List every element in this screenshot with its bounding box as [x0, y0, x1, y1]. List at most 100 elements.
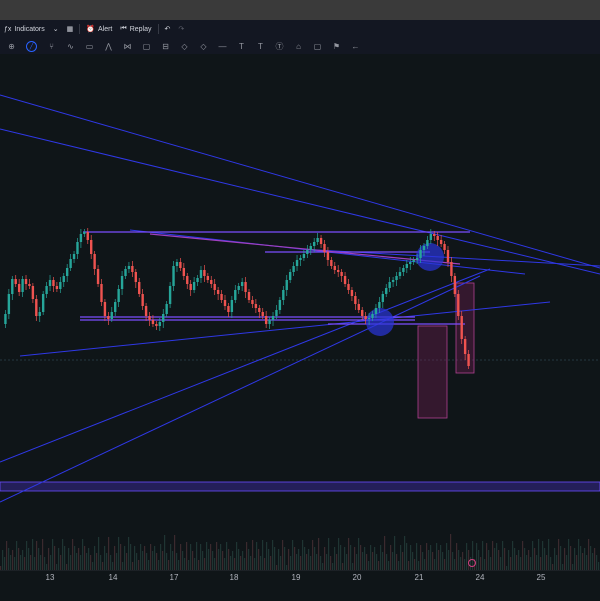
volume-bar [564, 548, 566, 570]
volume-bar [172, 551, 174, 570]
brush-icon[interactable]: ∿ [63, 39, 78, 53]
measure-icon[interactable]: ⊟ [158, 39, 173, 53]
volume-bar [590, 546, 592, 570]
bear-candle [330, 260, 333, 266]
bull-candle [114, 302, 117, 312]
layout-button[interactable]: ▦ [63, 20, 78, 38]
volume-bar [368, 561, 370, 570]
price-chart[interactable] [0, 54, 600, 570]
volume-bar [494, 548, 496, 570]
volume-bar [234, 558, 236, 570]
volume-bar [534, 548, 536, 570]
volume-bar [294, 547, 296, 570]
time-axis-tick: 17 [169, 573, 179, 582]
bull-candle [48, 280, 52, 286]
volume-bar [378, 561, 380, 570]
trend-line-icon[interactable]: ╱ [26, 40, 37, 52]
text-icon[interactable]: ▭ [82, 39, 97, 53]
bear-candle [357, 304, 360, 310]
flag-icon[interactable]: ⚑ [329, 39, 344, 53]
bull-candle [405, 264, 409, 268]
volume-bar [554, 548, 556, 570]
volume-bar [550, 557, 552, 570]
volume-bar [478, 550, 480, 570]
bear-candle [258, 308, 261, 312]
volume-bar [134, 546, 136, 570]
volume-bar [210, 544, 212, 570]
bear-candle [206, 276, 210, 280]
bull-candle [288, 272, 292, 280]
volume-bar [436, 543, 438, 570]
volume-bar [418, 561, 420, 570]
redo-button[interactable]: ↷ [174, 20, 188, 38]
indicators-button[interactable]: ƒx Indicators [0, 20, 49, 38]
volume-bar [298, 549, 300, 570]
volume-bar [546, 555, 548, 570]
bear-candle [439, 240, 443, 244]
bear-candle [213, 284, 216, 290]
prediction-icon[interactable]: ⋈ [120, 39, 135, 53]
volume-bar [144, 546, 146, 570]
note-icon[interactable]: Ⓣ [272, 39, 287, 53]
bear-candle [134, 272, 137, 282]
volume-bar [142, 551, 144, 570]
bear-candle [89, 240, 93, 254]
callout-icon[interactable]: ▢ [310, 39, 325, 53]
volume-bar [122, 562, 124, 570]
bull-candle [371, 314, 374, 318]
volume-bar [212, 551, 214, 570]
arrow-icon[interactable]: ← [348, 39, 363, 53]
volume-bar [52, 539, 54, 570]
volume-bar [328, 538, 330, 570]
chart-canvas[interactable] [0, 54, 600, 570]
cursor-icon[interactable]: ⊕ [4, 39, 19, 53]
zoom-icon[interactable]: ◇ [177, 39, 192, 53]
volume-bar [180, 544, 182, 570]
volume-bar [308, 549, 310, 570]
volume-bar [340, 545, 342, 570]
volume-bar [10, 555, 12, 570]
volume-bar [424, 559, 426, 570]
volume-bar [196, 542, 198, 570]
volume-bar [504, 548, 506, 570]
templates-button[interactable]: ⌄ [49, 20, 63, 38]
volume-bar [176, 553, 178, 570]
volume-bar [208, 549, 210, 570]
volume-bar [338, 538, 340, 570]
bear-candle [141, 294, 144, 306]
price-note-icon[interactable]: ⌂ [291, 39, 306, 53]
volume-bar [302, 540, 304, 570]
volume-bar [508, 550, 510, 570]
pitchfork-icon[interactable]: ⑂ [44, 39, 59, 53]
undo-button[interactable]: ↶ [161, 20, 175, 38]
text-tool-2-icon[interactable]: T [253, 39, 268, 53]
volume-bar [238, 549, 240, 570]
volume-bar [596, 555, 598, 570]
volume-bar [374, 547, 376, 570]
magnet-icon[interactable]: ◇ [196, 39, 211, 53]
lock-icon[interactable]: — [215, 39, 230, 53]
bull-candle [415, 258, 419, 260]
bull-candle [165, 304, 168, 314]
volume-bar [588, 539, 590, 570]
shapes-icon[interactable]: ▢ [139, 39, 154, 53]
bear-candle [216, 290, 220, 294]
volume-bar [128, 537, 130, 570]
volume-bar [124, 546, 126, 570]
time-axis-tick: 25 [536, 573, 546, 582]
volume-bar [84, 546, 86, 570]
volume-bar [510, 557, 512, 570]
bull-candle [275, 310, 278, 316]
bull-candle [45, 286, 48, 294]
volume-bar [32, 539, 34, 570]
alert-button[interactable]: ⏰ Alert [82, 20, 116, 38]
bull-candle [192, 282, 196, 290]
replay-button[interactable]: ⏮ Replay [116, 20, 155, 38]
volume-bar [140, 544, 142, 570]
pattern-icon[interactable]: ⋀ [101, 39, 116, 53]
text-tool-icon[interactable]: T [234, 39, 249, 53]
bear-candle [96, 269, 100, 284]
toolbar-divider [157, 24, 159, 34]
volume-bar [396, 554, 398, 570]
volume-bar [88, 548, 90, 570]
